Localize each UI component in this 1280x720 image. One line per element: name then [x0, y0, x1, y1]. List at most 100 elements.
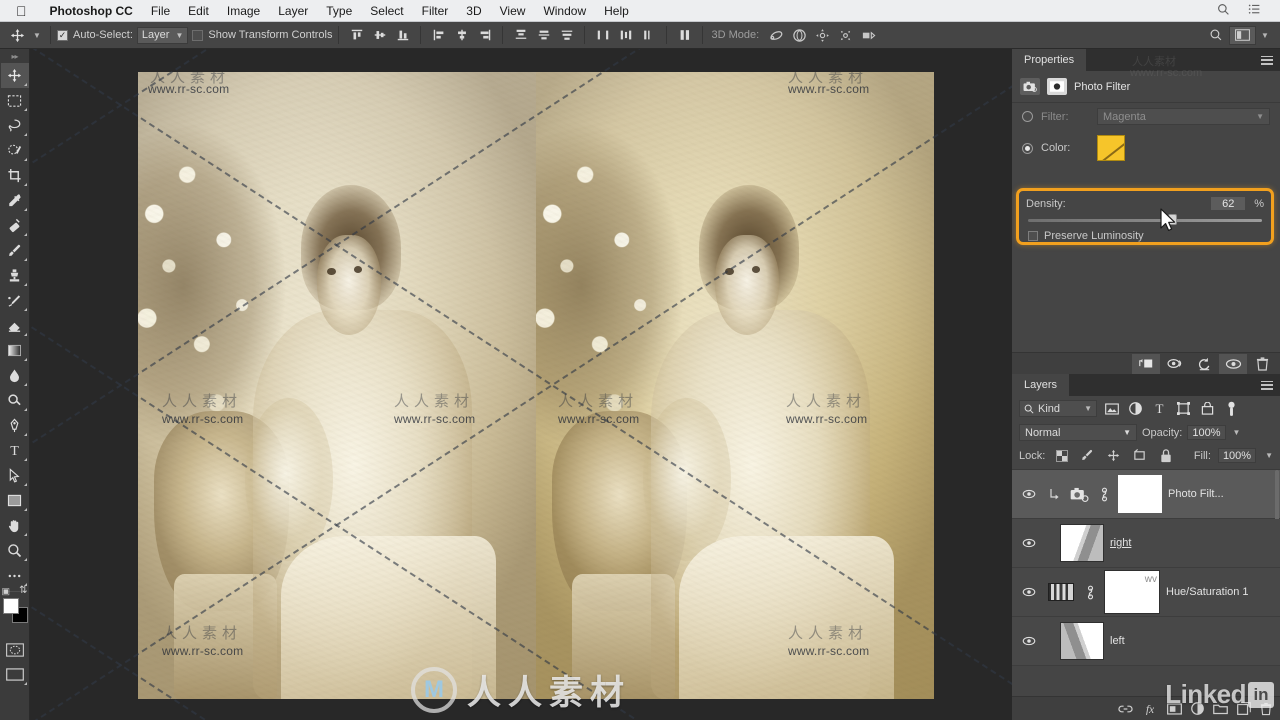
menu-item-file[interactable]: File: [142, 0, 179, 22]
density-slider[interactable]: [1028, 214, 1262, 225]
clip-to-layer-icon[interactable]: [1132, 353, 1160, 374]
align-vertical-centers-button[interactable]: [368, 25, 391, 46]
lock-image-pixels-icon[interactable]: [1078, 447, 1097, 464]
layer-name[interactable]: left: [1110, 635, 1125, 647]
opacity-value-field[interactable]: 100%: [1187, 425, 1226, 440]
table-row[interactable]: Photo Filt...: [1012, 470, 1280, 534]
menu-item-filter[interactable]: Filter: [413, 0, 458, 22]
move-tool[interactable]: [0, 63, 29, 88]
view-previous-state-icon[interactable]: [1161, 354, 1189, 374]
layer-visibility-toggle[interactable]: [1018, 636, 1040, 646]
layer-mask-link-icon[interactable]: [1096, 487, 1112, 502]
tab-properties[interactable]: Properties: [1012, 49, 1087, 71]
menu-item-help[interactable]: Help: [595, 0, 638, 22]
align-bottom-edges-button[interactable]: [391, 25, 414, 46]
pen-tool[interactable]: [1, 413, 29, 438]
smart-object-filter-icon[interactable]: [1198, 400, 1217, 417]
show-transform-controls-checkbox[interactable]: [192, 29, 204, 41]
screen-mode-button[interactable]: [1, 662, 29, 687]
distribute-spacing-button[interactable]: [673, 25, 696, 46]
distribute-top-edges-button[interactable]: [509, 25, 532, 46]
foreground-color-swatch[interactable]: [2, 598, 19, 614]
search-icon[interactable]: [1204, 25, 1227, 46]
fill-chevron-down-icon[interactable]: ▼: [1263, 451, 1273, 460]
color-swatch-button[interactable]: [1097, 135, 1125, 161]
delete-icon[interactable]: [1248, 354, 1276, 374]
auto-select-scope-dropdown[interactable]: Layer ▼: [136, 26, 189, 44]
align-horizontal-centers-button[interactable]: [450, 25, 473, 46]
eraser-tool[interactable]: [1, 313, 29, 338]
distribute-right-edges-button[interactable]: [637, 25, 660, 46]
layer-name[interactable]: Photo Filt...: [1168, 488, 1224, 500]
color-radio[interactable]: [1022, 142, 1033, 154]
layer-visibility-toggle[interactable]: [1018, 587, 1040, 597]
link-layers-icon[interactable]: [1118, 704, 1133, 714]
default-colors-icon[interactable]: ▣: [2, 586, 11, 597]
distribute-left-edges-button[interactable]: [591, 25, 614, 46]
history-brush-tool[interactable]: [1, 288, 29, 313]
density-value-field[interactable]: 62: [1210, 196, 1247, 211]
pixel-layers-filter-icon[interactable]: [1102, 400, 1121, 417]
menu-item-layer[interactable]: Layer: [269, 0, 317, 22]
menu-item-select[interactable]: Select: [361, 0, 412, 22]
distribute-bottom-edges-button[interactable]: [555, 25, 578, 46]
3d-scale-icon[interactable]: [857, 25, 880, 46]
lock-artboard-icon[interactable]: [1130, 447, 1149, 464]
filter-toggle-icon[interactable]: [1222, 400, 1241, 417]
workspace-switcher-button[interactable]: [1229, 25, 1256, 45]
hand-tool[interactable]: [1, 513, 29, 538]
table-row[interactable]: wv Hue/Saturation 1: [1012, 568, 1280, 617]
lock-all-icon[interactable]: [1156, 447, 1175, 464]
layer-style-icon[interactable]: fx: [1142, 702, 1158, 715]
menu-item-image[interactable]: Image: [218, 0, 269, 22]
layer-mask-link-icon[interactable]: [1082, 585, 1098, 600]
layer-name[interactable]: Hue/Saturation 1: [1166, 586, 1249, 598]
clone-stamp-tool[interactable]: [1, 263, 29, 288]
apple-menu-icon[interactable]: : [0, 4, 41, 18]
horizontal-type-tool[interactable]: T: [1, 438, 29, 463]
quick-mask-mode-button[interactable]: [1, 637, 29, 662]
path-selection-tool[interactable]: [1, 463, 29, 488]
search-icon[interactable]: [1208, 3, 1239, 19]
3d-roll-icon[interactable]: [788, 25, 811, 46]
gradient-tool[interactable]: [1, 338, 29, 363]
align-right-edges-button[interactable]: [473, 25, 496, 46]
table-row[interactable]: left: [1012, 617, 1280, 666]
table-row[interactable]: right: [1012, 519, 1280, 568]
opacity-chevron-down-icon[interactable]: ▼: [1231, 428, 1241, 437]
blur-tool[interactable]: [1, 363, 29, 388]
list-icon[interactable]: [1239, 3, 1270, 19]
shape-layers-filter-icon[interactable]: [1174, 400, 1193, 417]
image-document[interactable]: www.rr-sc.com 人人素材 人人素材 www.rr-sc.com 人人…: [138, 72, 934, 699]
document-canvas-area[interactable]: www.rr-sc.com 人人素材 人人素材 www.rr-sc.com 人人…: [30, 49, 1012, 720]
menu-item-edit[interactable]: Edit: [179, 0, 218, 22]
tool-preset-chevron-icon[interactable]: ▼: [30, 31, 44, 40]
blend-mode-dropdown[interactable]: Normal ▼: [1019, 424, 1137, 441]
fill-value-field[interactable]: 100%: [1217, 448, 1257, 463]
filter-dropdown[interactable]: Magenta ▼: [1097, 108, 1270, 125]
distribute-vertical-centers-button[interactable]: [532, 25, 555, 46]
preserve-luminosity-checkbox[interactable]: [1028, 231, 1038, 241]
menu-item-type[interactable]: Type: [317, 0, 361, 22]
zoom-tool[interactable]: [1, 538, 29, 563]
layer-filter-kind-dropdown[interactable]: Kind ▼: [1019, 400, 1097, 417]
move-tool-icon[interactable]: [4, 24, 30, 46]
properties-panel-menu-icon[interactable]: [1254, 49, 1280, 71]
layer-visibility-toggle[interactable]: [1018, 538, 1040, 548]
toggle-visibility-icon[interactable]: [1219, 353, 1247, 374]
lasso-tool[interactable]: [1, 113, 29, 138]
lock-transparent-pixels-icon[interactable]: [1052, 447, 1071, 464]
adjustment-layers-filter-icon[interactable]: [1126, 400, 1145, 417]
menu-item-view[interactable]: View: [491, 0, 535, 22]
quick-selection-tool[interactable]: [1, 138, 29, 163]
layer-mask-thumbnail[interactable]: [1118, 475, 1162, 513]
menu-item-3d[interactable]: 3D: [457, 0, 490, 22]
reset-icon[interactable]: [1190, 354, 1218, 374]
type-layers-filter-icon[interactable]: T: [1150, 400, 1169, 417]
layer-mask-thumbnail-icon[interactable]: [1047, 78, 1067, 95]
rectangle-tool[interactable]: [1, 488, 29, 513]
3d-rotate-icon[interactable]: [765, 25, 788, 46]
auto-select-checkbox[interactable]: ✓: [57, 29, 68, 41]
eyedropper-tool[interactable]: [1, 188, 29, 213]
layer-visibility-toggle[interactable]: [1018, 489, 1040, 499]
